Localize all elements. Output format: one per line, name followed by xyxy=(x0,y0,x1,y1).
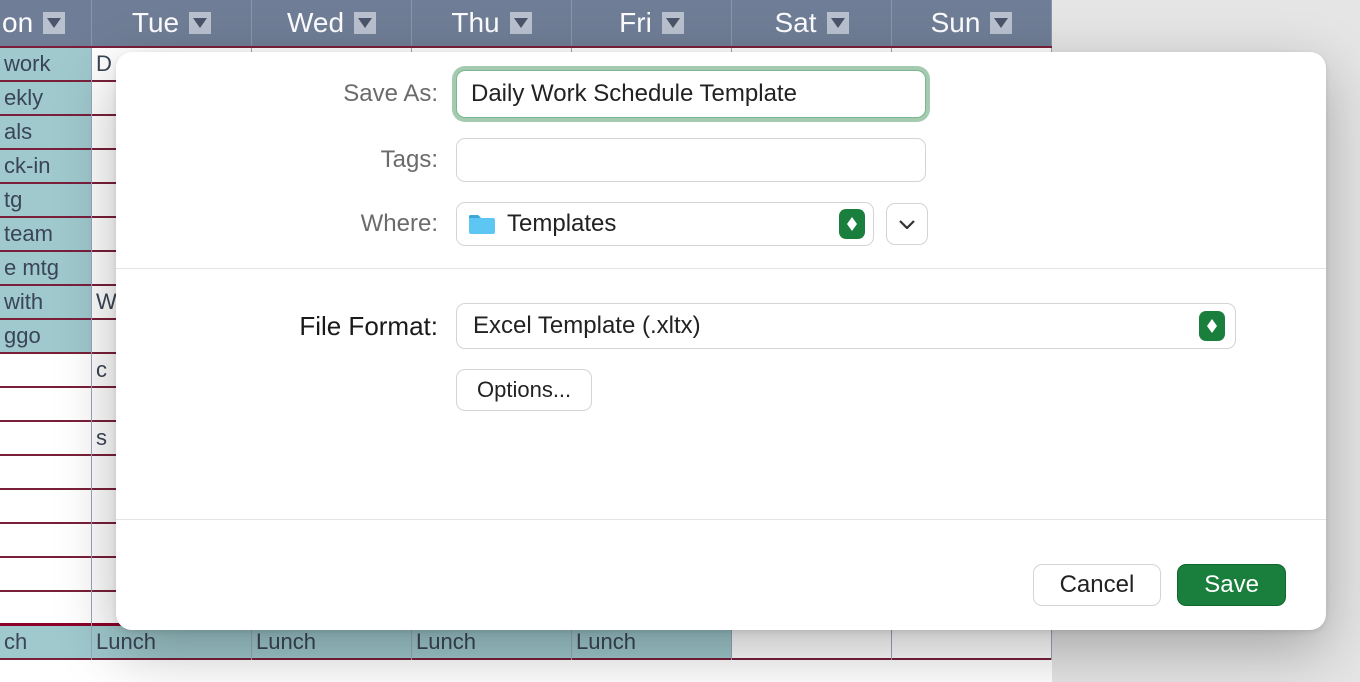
save-as-label: Save As: xyxy=(156,80,456,108)
calendar-cell xyxy=(0,490,91,524)
day-header-cell: Sun xyxy=(892,0,1052,46)
file-format-value: Excel Template (.xltx) xyxy=(473,312,701,340)
calendar-cell: Lunch xyxy=(572,626,731,660)
calendar-cell: with xyxy=(0,286,91,320)
dropdown-icon[interactable] xyxy=(662,12,684,34)
where-value: Templates xyxy=(507,210,616,238)
day-header-cell: Wed xyxy=(252,0,412,46)
day-header-cell: Fri xyxy=(572,0,732,46)
dropdown-icon[interactable] xyxy=(827,12,849,34)
calendar-cell xyxy=(0,388,91,422)
file-format-stepper-icon xyxy=(1199,311,1225,341)
cancel-button[interactable]: Cancel xyxy=(1033,564,1162,606)
save-button[interactable]: Save xyxy=(1177,564,1286,606)
dropdown-icon[interactable] xyxy=(354,12,376,34)
calendar-cell: Lunch xyxy=(412,626,571,660)
where-stepper-icon xyxy=(839,209,865,239)
tags-label: Tags: xyxy=(156,146,456,174)
file-format-select[interactable]: Excel Template (.xltx) xyxy=(456,303,1236,349)
day-header-cell: Sat xyxy=(732,0,892,46)
dropdown-icon[interactable] xyxy=(189,12,211,34)
calendar-day-header: on Tue Wed Thu Fri Sat Sun xyxy=(0,0,1052,48)
calendar-cell: work xyxy=(0,48,91,82)
calendar-cell: team xyxy=(0,218,91,252)
where-label: Where: xyxy=(156,210,456,238)
calendar-cell xyxy=(732,626,891,660)
day-header-label: Sun xyxy=(931,7,981,39)
calendar-cell: e mtg xyxy=(0,252,91,286)
calendar-cell xyxy=(892,626,1051,660)
dropdown-icon[interactable] xyxy=(510,12,532,34)
day-header-label: Sat xyxy=(774,7,816,39)
where-select[interactable]: Templates xyxy=(456,202,874,246)
dropdown-icon[interactable] xyxy=(43,12,65,34)
day-header-cell: Thu xyxy=(412,0,572,46)
save-as-input[interactable] xyxy=(456,70,926,118)
expand-location-button[interactable] xyxy=(886,203,928,245)
options-button[interactable]: Options... xyxy=(456,369,592,411)
save-dialog: Save As: Tags: Where: Templates xyxy=(116,52,1326,630)
day-header-cell: on xyxy=(0,0,92,46)
calendar-cell: Lunch xyxy=(92,626,251,660)
calendar-cell xyxy=(0,354,91,388)
day-header-label: Wed xyxy=(287,7,344,39)
calendar-cell xyxy=(0,558,91,592)
calendar-cell xyxy=(0,456,91,490)
calendar-cell: ekly xyxy=(0,82,91,116)
calendar-cell xyxy=(0,524,91,558)
dropdown-icon[interactable] xyxy=(990,12,1012,34)
day-header-label: Tue xyxy=(132,7,179,39)
divider xyxy=(116,268,1326,269)
day-header-label: Thu xyxy=(451,7,499,39)
folder-icon xyxy=(467,212,497,236)
tags-input[interactable] xyxy=(456,138,926,182)
day-header-cell: Tue xyxy=(92,0,252,46)
calendar-column: workeklyalsck-intgteame mtgwithggo ch xyxy=(0,48,92,660)
day-header-label: Fri xyxy=(619,7,652,39)
calendar-cell: als xyxy=(0,116,91,150)
calendar-cell: ch xyxy=(0,626,91,660)
day-header-label: on xyxy=(2,7,33,39)
file-format-label: File Format: xyxy=(156,311,456,342)
calendar-cell: tg xyxy=(0,184,91,218)
calendar-cell xyxy=(0,422,91,456)
calendar-cell: Lunch xyxy=(252,626,411,660)
calendar-cell xyxy=(0,592,91,626)
calendar-cell: ggo xyxy=(0,320,91,354)
calendar-cell: ck-in xyxy=(0,150,91,184)
